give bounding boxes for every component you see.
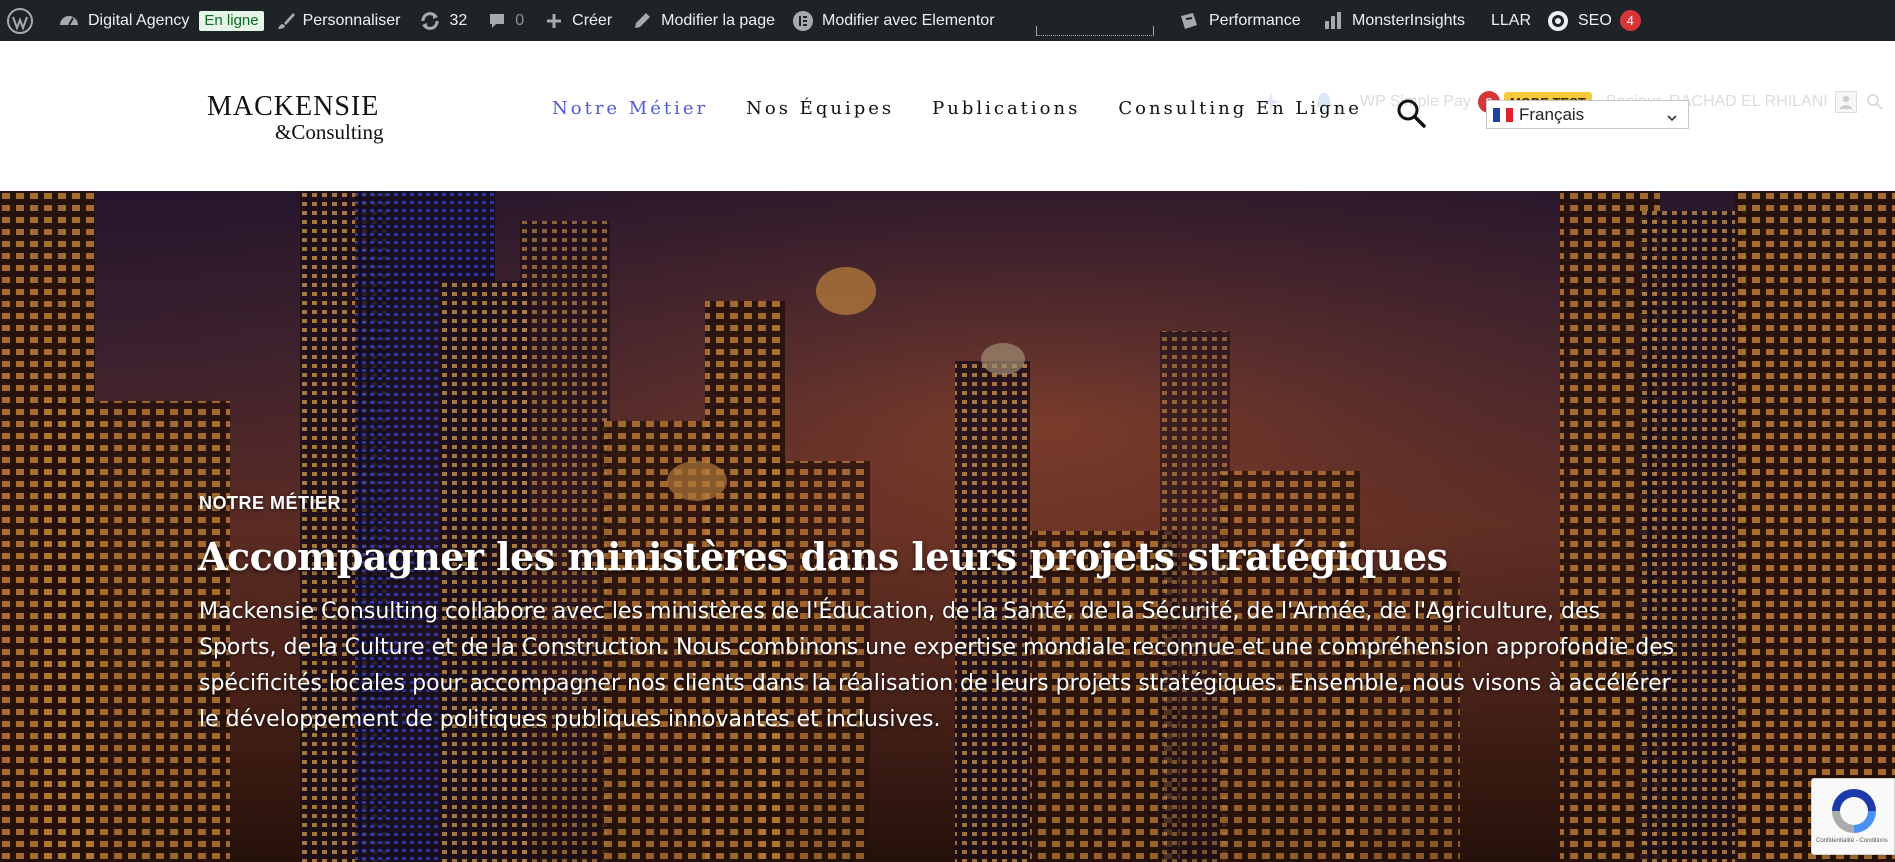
llar-label: LLAR bbox=[1491, 11, 1532, 29]
nav-notre-metier[interactable]: Notre Métier bbox=[552, 98, 708, 119]
nav-consulting-en-ligne[interactable]: Consulting En Ligne bbox=[1118, 98, 1362, 119]
customize-link[interactable]: Personnaliser bbox=[276, 0, 401, 41]
hero-title: Accompagner les ministères dans leurs pr… bbox=[198, 534, 1448, 579]
updates-count: 32 bbox=[449, 11, 468, 29]
seo-count-badge: 4 bbox=[1619, 10, 1641, 31]
logo-line-1: MACKENSIE bbox=[207, 91, 380, 122]
admin-bar-placeholder-field[interactable] bbox=[1036, 26, 1154, 36]
updates-link[interactable]: 32 bbox=[419, 0, 467, 41]
edit-elementor-label: Modifier avec Elementor bbox=[822, 11, 995, 29]
bar-chart-icon bbox=[1323, 11, 1343, 31]
edit-page-link[interactable]: Modifier la page bbox=[633, 0, 775, 41]
paintbrush-icon bbox=[276, 11, 296, 31]
admin-search-icon bbox=[1867, 94, 1883, 110]
hero-section: NOTRE MÉTIER Accompagner les ministères … bbox=[0, 191, 1895, 862]
performance-menu[interactable]: Performance bbox=[1178, 0, 1301, 41]
search-icon bbox=[1397, 99, 1426, 128]
site-search-button[interactable] bbox=[1395, 97, 1427, 129]
admin-bar: Digital Agency En ligne Personnaliser 32… bbox=[0, 0, 1895, 41]
create-label: Créer bbox=[572, 11, 613, 29]
updates-icon bbox=[419, 10, 441, 32]
nav-publications[interactable]: Publications bbox=[932, 98, 1080, 119]
monsterinsights-label: MonsterInsights bbox=[1352, 11, 1465, 29]
plus-icon bbox=[545, 12, 563, 30]
edit-elementor-link[interactable]: Modifier avec Elementor bbox=[792, 0, 995, 41]
dashboard-icon bbox=[58, 10, 80, 32]
france-flag-icon bbox=[1493, 107, 1514, 122]
wordpress-icon bbox=[7, 7, 33, 34]
customize-label: Personnaliser bbox=[302, 11, 401, 29]
main-navigation: Notre Métier Nos Équipes Publications Co… bbox=[552, 98, 1400, 119]
online-status-badge: En ligne bbox=[199, 10, 264, 31]
recaptcha-legal-links[interactable]: Confidentialité - Conditions bbox=[1816, 838, 1888, 844]
chevron-down-icon bbox=[1666, 109, 1678, 129]
admin-search-button[interactable] bbox=[1866, 90, 1884, 114]
performance-icon bbox=[1178, 10, 1200, 32]
seo-label: SEO bbox=[1578, 11, 1612, 29]
hero-eyebrow: NOTRE MÉTIER bbox=[199, 493, 342, 513]
edit-page-label: Modifier la page bbox=[661, 11, 775, 29]
nav-nos-equipes[interactable]: Nos Équipes bbox=[746, 98, 894, 119]
logo-line-2: &Consulting bbox=[275, 120, 384, 144]
seo-menu[interactable]: SEO 4 bbox=[1546, 0, 1641, 41]
site-header: WP Simple Pay 2 MODE TEST Bonjour, RACHA… bbox=[0, 41, 1895, 191]
seo-gear-icon bbox=[1546, 9, 1570, 33]
wordpress-logo-menu[interactable] bbox=[7, 0, 33, 41]
user-avatar bbox=[1834, 91, 1857, 113]
comment-icon bbox=[487, 11, 507, 31]
elementor-icon bbox=[792, 10, 814, 32]
llar-menu[interactable]: LLAR bbox=[1491, 0, 1531, 41]
comments-count: 0 bbox=[515, 11, 525, 29]
monsterinsights-menu[interactable]: MonsterInsights bbox=[1323, 0, 1465, 41]
recaptcha-icon bbox=[1832, 789, 1876, 833]
pencil-icon bbox=[633, 11, 652, 30]
language-selected: Français bbox=[1519, 104, 1585, 124]
site-name-menu[interactable]: Digital Agency En ligne bbox=[58, 0, 264, 41]
hero-description: Mackensie Consulting collabore avec les … bbox=[199, 599, 1675, 732]
city-night-background-image bbox=[0, 191, 1895, 862]
create-menu[interactable]: Créer bbox=[545, 0, 612, 41]
recaptcha-badge[interactable]: Confidentialité - Conditions bbox=[1811, 778, 1895, 855]
performance-label: Performance bbox=[1209, 11, 1301, 29]
language-selector[interactable]: Français bbox=[1486, 100, 1689, 129]
comments-link[interactable]: 0 bbox=[487, 0, 524, 41]
site-name: Digital Agency bbox=[88, 11, 190, 29]
